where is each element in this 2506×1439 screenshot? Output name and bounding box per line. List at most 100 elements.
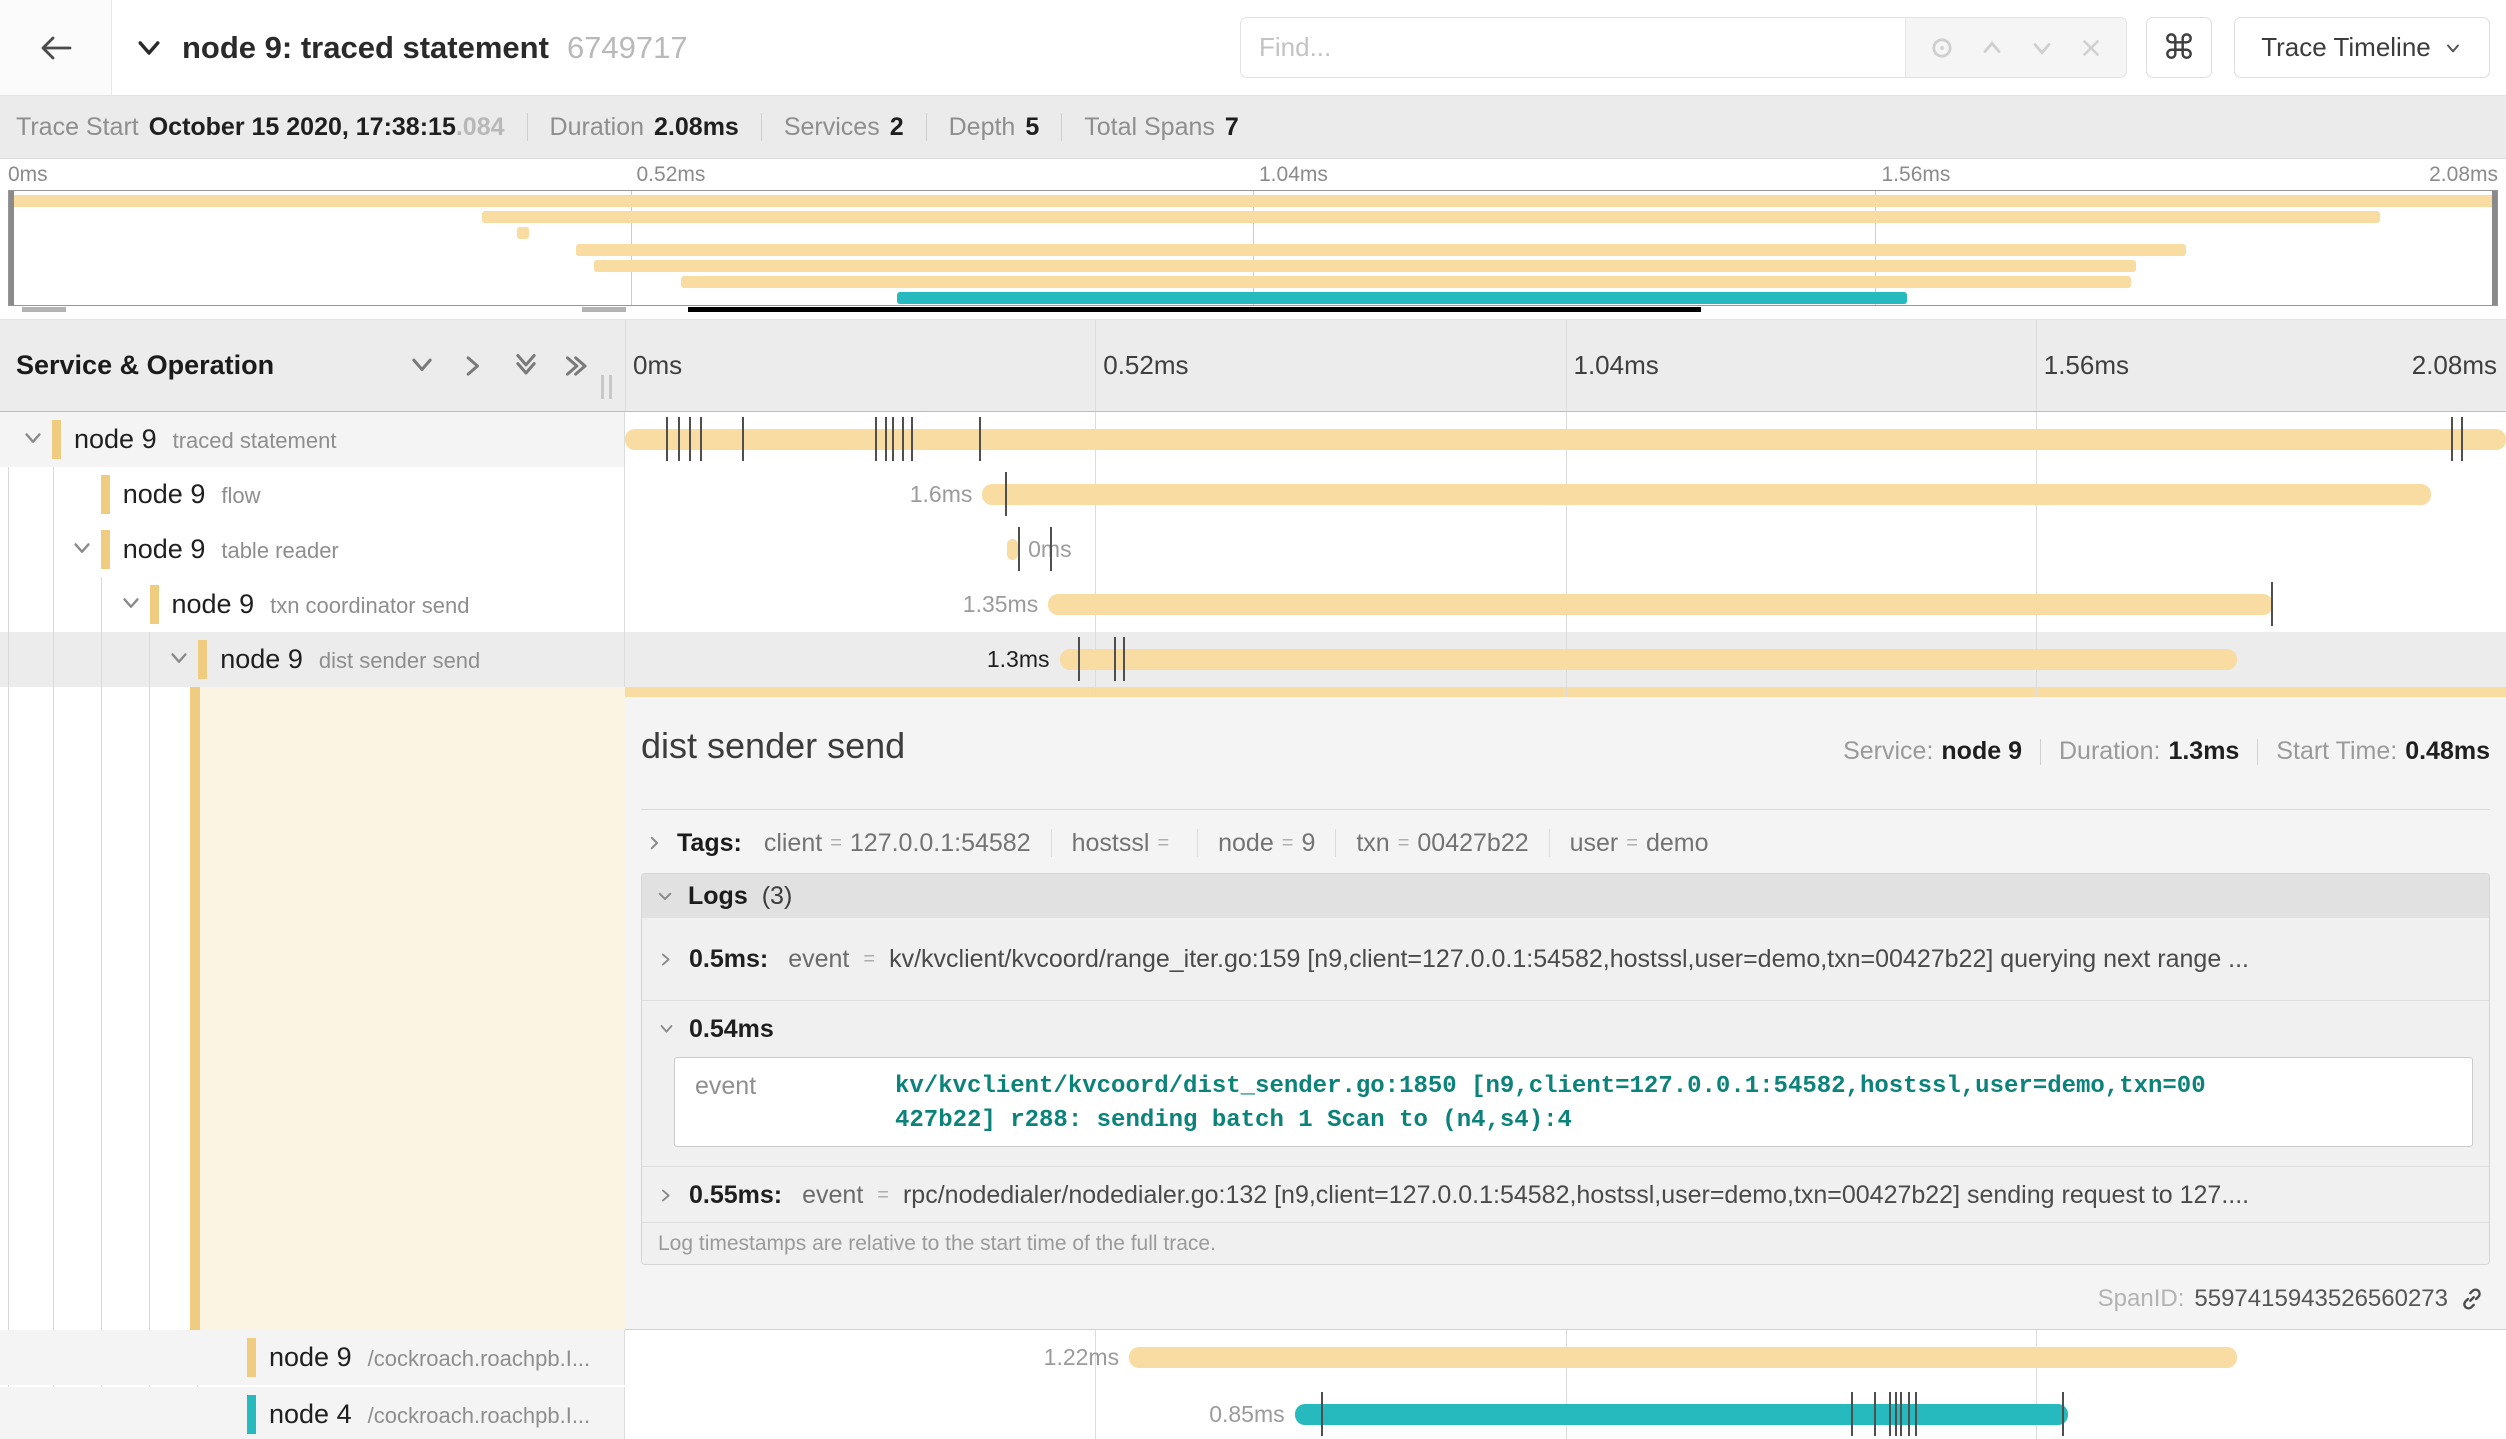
span-duration-bar[interactable] <box>982 484 2430 505</box>
span-row[interactable]: node 9table reader0ms <box>0 522 2506 577</box>
tags-label: Tags: <box>677 829 742 858</box>
divider <box>2040 739 2041 765</box>
span-duration-bar[interactable] <box>625 429 2506 450</box>
span-duration-bar[interactable] <box>1295 1404 2068 1425</box>
service-name: node 9 <box>269 1342 352 1372</box>
span-color-accent <box>247 1395 256 1434</box>
trace-start-fraction: .084 <box>456 113 505 142</box>
log-field-key: event <box>788 945 849 974</box>
span-name-label: node 9txn coordinator send <box>172 577 470 636</box>
log-field-value: kv/kvclient/kvcoord/dist_sender.go:1850 … <box>875 1058 2472 1146</box>
next-match-icon[interactable] <box>2028 34 2056 62</box>
divider <box>1197 829 1198 857</box>
span-name-label: node 9 traced statement <box>74 412 336 471</box>
match-scope-icon[interactable] <box>1928 34 1956 62</box>
tags-accordion[interactable]: Tags: client=127.0.0.1:54582hostssl=node… <box>645 821 1709 865</box>
collapse-trace-chevron-icon[interactable] <box>134 33 164 63</box>
log-marker-tick <box>1050 527 1052 571</box>
span-expander-chevron-icon[interactable] <box>71 538 93 565</box>
timeline-tick-label: 0ms <box>633 320 682 411</box>
timeline-tick-label: 0.52ms <box>1103 320 1188 411</box>
span-detail-header: dist sender send Service: node 9 Duratio… <box>641 725 2490 785</box>
view-select-button[interactable]: Trace Timeline <box>2234 17 2490 78</box>
span-row[interactable]: node 4/cockroach.roachpb.I...0.85ms <box>0 1387 2506 1439</box>
tag-key: node <box>1218 829 1274 858</box>
span-expander-chevron-icon[interactable] <box>120 593 142 620</box>
operation-name: traced statement <box>173 428 337 453</box>
minimap-canvas[interactable] <box>8 190 2498 306</box>
span-name-cell: node 9 traced statement <box>0 412 625 467</box>
minimap-tick-label: 1.04ms <box>1259 163 1328 187</box>
service-name: node 9 <box>172 589 255 619</box>
service-label: Service: <box>1843 737 1933 766</box>
operation-name: flow <box>221 483 260 508</box>
chevron-right-icon <box>658 1187 675 1204</box>
minimap-handle-nub[interactable] <box>22 307 66 312</box>
timeline-tick-label: 1.56ms <box>2044 320 2129 411</box>
span-row[interactable]: node 9/cockroach.roachpb.I...1.22ms <box>0 1330 2506 1385</box>
divider <box>1549 829 1550 857</box>
column-divider <box>625 320 626 411</box>
duration-value: 1.3ms <box>2168 737 2239 766</box>
collapse-one-icon[interactable] <box>408 352 436 380</box>
span-row[interactable]: node 9 traced statement <box>0 412 2506 467</box>
start-time-value: 0.48ms <box>2405 737 2490 766</box>
trace-minimap: 0ms0.52ms1.04ms1.56ms2.08ms <box>0 159 2506 319</box>
span-expander-chevron-icon[interactable] <box>168 648 190 675</box>
span-color-accent <box>101 475 110 514</box>
span-row[interactable]: node 9flow1.6ms <box>0 467 2506 522</box>
find-input[interactable] <box>1241 18 1905 77</box>
log-marker-tick <box>1078 637 1080 681</box>
tag-key: client <box>764 829 822 858</box>
minimap-right-scrubber[interactable] <box>2492 191 2497 305</box>
column-resize-handle[interactable] <box>601 375 617 399</box>
minimap-span-bar <box>681 276 2132 288</box>
divider <box>641 809 2490 810</box>
logs-header[interactable]: Logs (3) <box>642 874 2489 918</box>
log-marker-tick <box>1915 1392 1917 1436</box>
tree-guide-line <box>8 467 9 1439</box>
logs-accordion: Logs (3) 0.5ms:event=kv/kvclient/kvcoord… <box>641 873 2490 1265</box>
expand-all-icon[interactable] <box>564 352 592 380</box>
find-group <box>1240 17 2127 78</box>
span-id-row: SpanID: 5597415943526560273 <box>2098 1285 2486 1313</box>
link-icon[interactable] <box>2458 1285 2486 1313</box>
clear-find-icon[interactable] <box>2078 35 2104 61</box>
span-name-cell: node 4/cockroach.roachpb.I... <box>0 1387 625 1439</box>
log-marker-tick <box>2461 417 2463 461</box>
span-duration-bar[interactable] <box>1048 594 2273 615</box>
span-color-accent <box>101 530 110 569</box>
span-duration-bar[interactable] <box>1007 539 1018 560</box>
top-bar: node 9: traced statement 6749717 <box>0 0 2506 96</box>
collapse-all-icon[interactable] <box>512 352 540 380</box>
expand-one-icon[interactable] <box>460 352 488 380</box>
log-marker-tick <box>1018 527 1020 571</box>
span-name-label: node 9dist sender send <box>220 632 480 691</box>
span-row[interactable]: node 9dist sender send1.3ms <box>0 632 2506 687</box>
log-marker-tick <box>902 417 904 461</box>
span-name-cell: node 9txn coordinator send <box>0 577 625 632</box>
minimap-viewport-indicator[interactable] <box>688 307 1701 312</box>
log-detail-table: eventkv/kvclient/kvcoord/dist_sender.go:… <box>674 1057 2473 1147</box>
span-duration-bar[interactable] <box>1060 649 2238 670</box>
log-entry-header[interactable]: 0.54ms <box>658 1001 2489 1057</box>
operation-name: table reader <box>221 538 338 563</box>
prev-match-icon[interactable] <box>1978 34 2006 62</box>
service-name: node 9 <box>74 424 157 454</box>
log-marker-tick <box>892 417 894 461</box>
back-button[interactable] <box>0 0 112 95</box>
minimap-span-bar <box>594 260 2137 272</box>
span-name-cell: node 9table reader <box>0 522 625 577</box>
minimap-handle-nub[interactable] <box>582 307 626 312</box>
log-marker-tick <box>1114 637 1116 681</box>
keyboard-shortcuts-button[interactable]: ⌘ <box>2146 17 2212 78</box>
trace-timeline-view: node 9: traced statement 6749717 <box>0 0 2506 1439</box>
log-marker-tick <box>1874 1392 1876 1436</box>
span-expander-chevron-icon[interactable] <box>22 428 44 455</box>
span-duration-bar[interactable] <box>1129 1347 2237 1368</box>
log-entry-header[interactable]: 0.55ms:event=rpc/nodedialer/nodedialer.g… <box>658 1167 2489 1223</box>
minimap-left-scrubber[interactable] <box>9 191 14 305</box>
log-entry-header[interactable]: 0.5ms:event=kv/kvclient/kvcoord/range_it… <box>658 918 2489 1000</box>
span-row[interactable]: node 9txn coordinator send1.35ms <box>0 577 2506 632</box>
span-timeline-cell: 1.22ms <box>625 1330 2506 1385</box>
